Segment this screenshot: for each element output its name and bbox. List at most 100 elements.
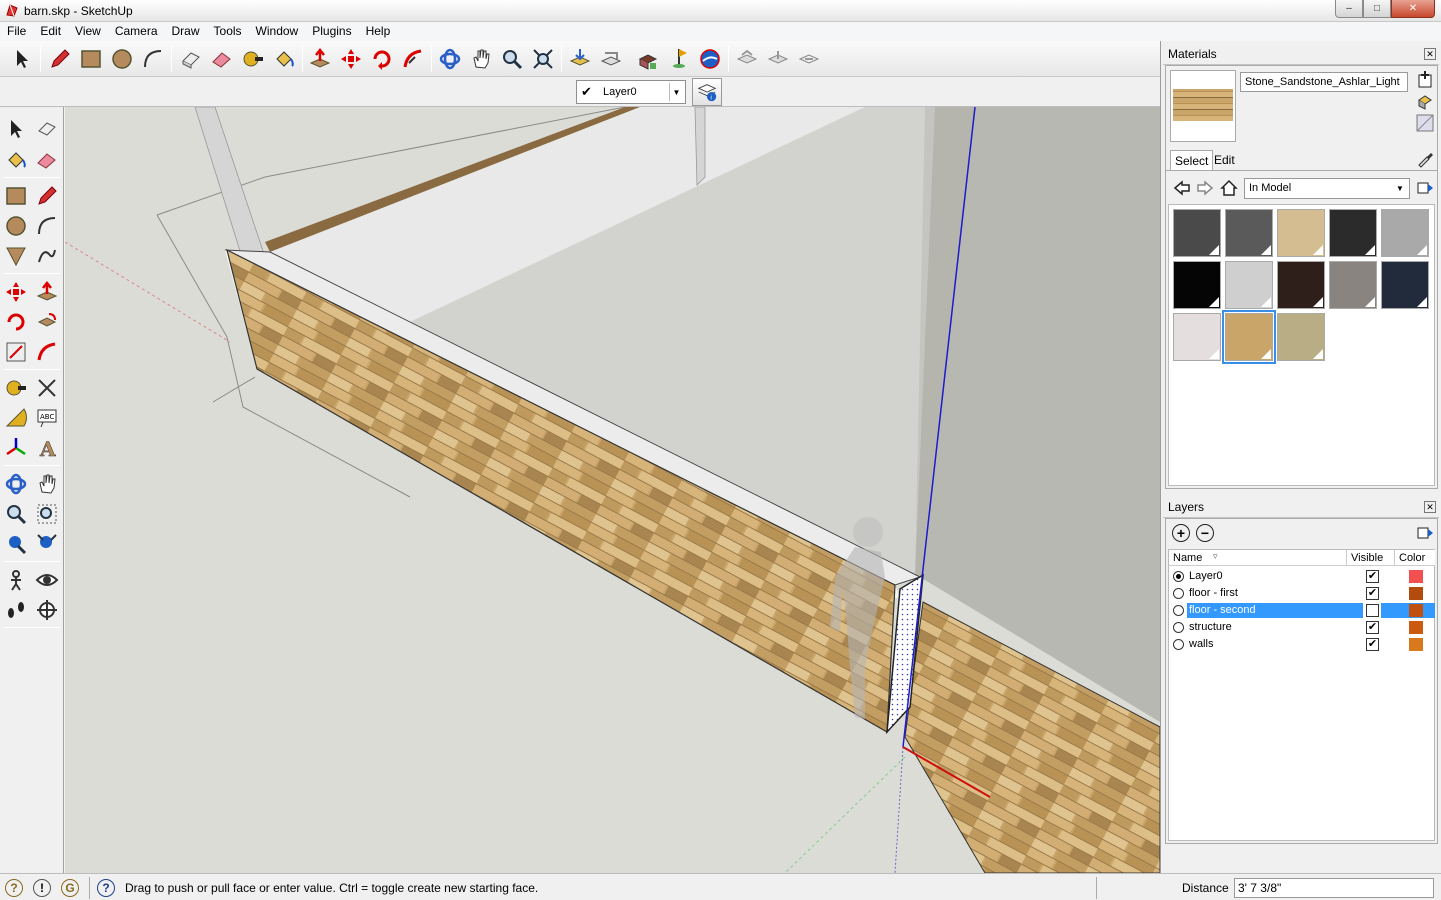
- close-icon[interactable]: ✕: [1424, 48, 1436, 60]
- paint-bucket-tool-icon[interactable]: [2, 146, 30, 174]
- menu-window[interactable]: Window: [249, 22, 306, 41]
- move-icon[interactable]: [337, 45, 365, 73]
- select-icon[interactable]: [8, 45, 36, 73]
- swatch-black[interactable]: [1173, 261, 1221, 309]
- layer-current-radio[interactable]: [1173, 622, 1184, 633]
- layers-panel-header[interactable]: Layers ✕: [1163, 496, 1439, 518]
- follow-me-tool-icon[interactable]: [33, 308, 61, 336]
- push-pull-icon[interactable]: [306, 45, 334, 73]
- layer-color-swatch[interactable]: [1409, 587, 1423, 600]
- 3d-text-tool-icon[interactable]: A: [33, 434, 61, 462]
- details-arrow-icon[interactable]: [1416, 179, 1434, 197]
- swatch-dark-gray[interactable]: [1173, 209, 1221, 257]
- arc-tool-icon[interactable]: [33, 212, 61, 240]
- geo-location-icon[interactable]: ?: [5, 879, 23, 897]
- close-icon[interactable]: ✕: [1424, 501, 1436, 513]
- model-viewport[interactable]: [65, 107, 1160, 873]
- layer-row[interactable]: floor - second: [1169, 602, 1435, 619]
- rectangle-icon[interactable]: [77, 45, 105, 73]
- walk-icon[interactable]: [2, 596, 30, 624]
- menu-tools[interactable]: Tools: [207, 22, 249, 41]
- pencil-icon[interactable]: [46, 45, 74, 73]
- forward-arrow-icon[interactable]: [1195, 178, 1215, 198]
- layer-visible-checkbox[interactable]: ✔: [1366, 638, 1379, 651]
- layer-current-radio[interactable]: [1173, 639, 1184, 650]
- layer-visible-checkbox[interactable]: ✔: [1366, 621, 1379, 634]
- dropdown-arrow-icon[interactable]: ▼: [669, 83, 683, 101]
- swatch-gray[interactable]: [1225, 209, 1273, 257]
- swatch-stone-khaki[interactable]: [1277, 313, 1325, 361]
- material-collection-dropdown[interactable]: In Model ▼: [1244, 178, 1410, 199]
- text-tool-icon[interactable]: ABC: [33, 404, 61, 432]
- position-camera-icon[interactable]: [2, 566, 30, 594]
- layer-manager-icon[interactable]: i: [692, 78, 722, 106]
- layer-current-radio[interactable]: [1173, 588, 1184, 599]
- swatch-granite[interactable]: [1329, 261, 1377, 309]
- layer-row[interactable]: walls ✔: [1169, 636, 1434, 653]
- sample-paint-icon[interactable]: [1416, 114, 1434, 132]
- section-plane-icon[interactable]: [33, 596, 61, 624]
- close-button[interactable]: ✕: [1391, 0, 1435, 18]
- axes-tool-icon[interactable]: [2, 434, 30, 462]
- line-tool-icon[interactable]: [33, 182, 61, 210]
- layer-visible-checkbox[interactable]: ✔: [1366, 587, 1379, 600]
- follow-me-icon[interactable]: [399, 45, 427, 73]
- swatch-sandstone[interactable]: [1222, 310, 1276, 364]
- swatch-concrete[interactable]: [1225, 261, 1273, 309]
- credits-icon[interactable]: !: [33, 879, 51, 897]
- menu-edit[interactable]: Edit: [33, 22, 68, 41]
- layer-row[interactable]: structure ✔: [1169, 619, 1434, 636]
- protractor-tool-icon[interactable]: [2, 404, 30, 432]
- tab-select[interactable]: Select: [1170, 150, 1214, 171]
- tape-measure-icon[interactable]: [239, 45, 267, 73]
- column-header-color[interactable]: Color: [1395, 550, 1435, 566]
- layer-color-swatch[interactable]: [1409, 570, 1423, 583]
- component-attributes-icon[interactable]: [795, 45, 823, 73]
- layer-visible-checkbox[interactable]: [1366, 604, 1379, 617]
- freehand-tool-icon[interactable]: [33, 242, 61, 270]
- swatch-tan[interactable]: [1277, 209, 1325, 257]
- menu-draw[interactable]: Draw: [165, 22, 207, 41]
- pan-tool-icon[interactable]: [33, 470, 61, 498]
- rectangle-tool-icon[interactable]: [2, 182, 30, 210]
- polygon-tool-icon[interactable]: [2, 242, 30, 270]
- measurements-input[interactable]: 3' 7 3/8": [1234, 878, 1434, 898]
- layer-color-swatch[interactable]: [1409, 604, 1423, 617]
- share-model-icon[interactable]: [597, 45, 625, 73]
- menu-camera[interactable]: Camera: [108, 22, 165, 41]
- rotate-tool-icon[interactable]: [2, 308, 30, 336]
- make-component-tool-icon[interactable]: [33, 115, 61, 143]
- dropdown-arrow-icon[interactable]: ▼: [1393, 181, 1407, 196]
- layer-current-radio[interactable]: [1173, 605, 1184, 616]
- materials-panel-header[interactable]: Materials ✕: [1163, 43, 1439, 65]
- circle-tool-icon[interactable]: [2, 212, 30, 240]
- column-header-name[interactable]: Name ▿: [1169, 550, 1347, 566]
- home-icon[interactable]: [1219, 178, 1239, 198]
- dynamic-components-icon[interactable]: [733, 45, 761, 73]
- menu-help[interactable]: Help: [359, 22, 398, 41]
- look-around-icon[interactable]: [33, 566, 61, 594]
- default-material-icon[interactable]: [1416, 92, 1434, 110]
- add-location-icon[interactable]: [665, 45, 693, 73]
- scale-tool-icon[interactable]: [2, 338, 30, 366]
- layer-current-radio[interactable]: [1173, 571, 1184, 582]
- layer-name[interactable]: walls: [1187, 637, 1363, 652]
- circle-icon[interactable]: [108, 45, 136, 73]
- layer-row[interactable]: Layer0 ✔: [1169, 568, 1434, 585]
- pan-icon[interactable]: [467, 45, 495, 73]
- zoom-extents-tool-icon[interactable]: [33, 530, 61, 558]
- component-options-icon[interactable]: [764, 45, 792, 73]
- zoom-window-tool-icon[interactable]: [33, 500, 61, 528]
- swatch-charcoal[interactable]: [1329, 209, 1377, 257]
- zoom-tool-icon[interactable]: [2, 500, 30, 528]
- layer-name[interactable]: Layer0: [1187, 569, 1363, 584]
- offset-tool-icon[interactable]: [33, 338, 61, 366]
- swatch-navy[interactable]: [1381, 261, 1429, 309]
- rotate-icon[interactable]: [368, 45, 396, 73]
- move-tool-icon[interactable]: [2, 278, 30, 306]
- swatch-marble[interactable]: [1173, 313, 1221, 361]
- get-models-icon[interactable]: [566, 45, 594, 73]
- dimension-tool-icon[interactable]: [33, 374, 61, 402]
- eyedropper-icon[interactable]: [1416, 150, 1434, 168]
- minimize-button[interactable]: –: [1335, 0, 1363, 18]
